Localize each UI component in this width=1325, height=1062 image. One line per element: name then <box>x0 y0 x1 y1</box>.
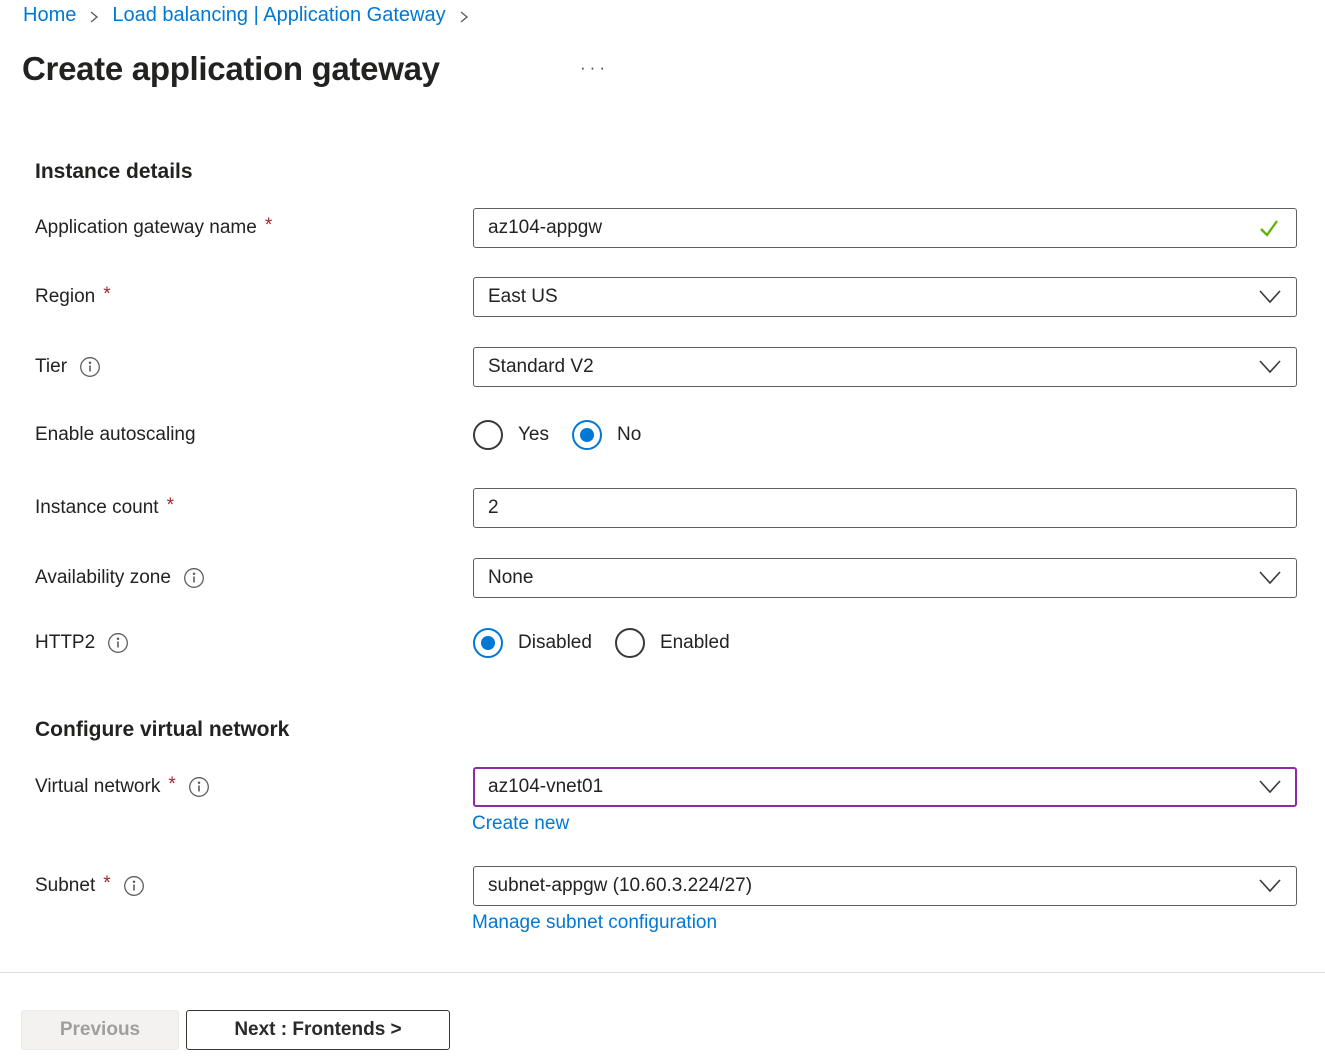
next-frontends-button[interactable]: Next : Frontends > <box>186 1010 450 1050</box>
field-region: Region * East US <box>35 277 1297 317</box>
field-tier: Tier Standard V2 <box>35 347 1297 387</box>
virtual-network-dropdown[interactable]: az104-vnet01 <box>473 767 1297 807</box>
radio-label-enabled: Enabled <box>660 632 730 654</box>
tier-label: Tier <box>35 356 67 378</box>
radio-circle-icon <box>473 420 503 450</box>
create-new-link[interactable]: Create new <box>472 813 569 835</box>
subnet-value: subnet-appgw (10.60.3.224/27) <box>488 875 752 897</box>
chevron-right-icon <box>87 9 101 25</box>
valid-check-icon <box>1256 215 1282 241</box>
http2-label: HTTP2 <box>35 632 95 654</box>
region-label: Region <box>35 286 95 308</box>
previous-button[interactable]: Previous <box>21 1010 179 1050</box>
manage-subnet-configuration-link[interactable]: Manage subnet configuration <box>472 912 717 934</box>
radio-circle-icon <box>572 420 602 450</box>
virtual-network-label: Virtual network <box>35 776 160 798</box>
breadcrumb-home[interactable]: Home <box>23 4 76 27</box>
page-title: Create application gateway <box>22 50 440 88</box>
field-enable-autoscaling: Enable autoscaling Yes No <box>35 420 1297 450</box>
radio-label-yes: Yes <box>518 424 549 446</box>
field-availability-zone: Availability zone None <box>35 558 1297 598</box>
application-gateway-name-input[interactable] <box>473 208 1297 248</box>
region-dropdown[interactable]: East US <box>473 277 1297 317</box>
info-icon[interactable] <box>123 875 145 897</box>
radio-option-enabled[interactable]: Enabled <box>615 628 730 658</box>
availability-zone-value: None <box>488 567 533 589</box>
radio-label-disabled: Disabled <box>518 632 592 654</box>
section-heading-instance-details: Instance details <box>35 160 193 184</box>
instance-count-input[interactable] <box>473 488 1297 528</box>
required-asterisk: * <box>168 774 175 796</box>
radio-circle-icon <box>473 628 503 658</box>
instance-count-label: Instance count <box>35 497 159 519</box>
subnet-label: Subnet <box>35 875 95 897</box>
required-asterisk: * <box>103 284 110 306</box>
more-options-button[interactable]: ··· <box>580 58 609 78</box>
region-value: East US <box>488 286 558 308</box>
radio-option-yes[interactable]: Yes <box>473 420 549 450</box>
availability-zone-dropdown[interactable]: None <box>473 558 1297 598</box>
radio-option-disabled[interactable]: Disabled <box>473 628 592 658</box>
radio-option-no[interactable]: No <box>572 420 641 450</box>
field-virtual-network: Virtual network * az104-vnet01 <box>35 767 1297 807</box>
chevron-right-icon <box>457 9 471 25</box>
info-icon[interactable] <box>79 356 101 378</box>
breadcrumb: Home Load balancing | Application Gatewa… <box>23 4 471 27</box>
info-icon[interactable] <box>107 632 129 654</box>
availability-zone-label: Availability zone <box>35 567 171 589</box>
required-asterisk: * <box>167 495 174 517</box>
enable-autoscaling-radio-group: Yes No <box>473 420 664 450</box>
tier-dropdown[interactable]: Standard V2 <box>473 347 1297 387</box>
required-asterisk: * <box>103 873 110 895</box>
http2-radio-group: Disabled Enabled <box>473 628 753 658</box>
required-asterisk: * <box>265 215 272 237</box>
breadcrumb-load-balancing-application-gateway[interactable]: Load balancing | Application Gateway <box>112 4 445 27</box>
section-heading-configure-virtual-network: Configure virtual network <box>35 718 289 742</box>
info-icon[interactable] <box>188 776 210 798</box>
radio-circle-icon <box>615 628 645 658</box>
virtual-network-value: az104-vnet01 <box>488 776 603 798</box>
field-http2: HTTP2 Disabled Enabled <box>35 628 1297 658</box>
application-gateway-name-label: Application gateway name <box>35 217 257 239</box>
radio-label-no: No <box>617 424 641 446</box>
field-subnet: Subnet * subnet-appgw (10.60.3.224/27) <box>35 866 1297 906</box>
field-instance-count: Instance count * <box>35 488 1297 528</box>
field-application-gateway-name: Application gateway name * <box>35 208 1297 248</box>
info-icon[interactable] <box>183 567 205 589</box>
tier-value: Standard V2 <box>488 356 594 378</box>
enable-autoscaling-label: Enable autoscaling <box>35 424 196 446</box>
footer-divider <box>0 972 1325 973</box>
subnet-dropdown[interactable]: subnet-appgw (10.60.3.224/27) <box>473 866 1297 906</box>
